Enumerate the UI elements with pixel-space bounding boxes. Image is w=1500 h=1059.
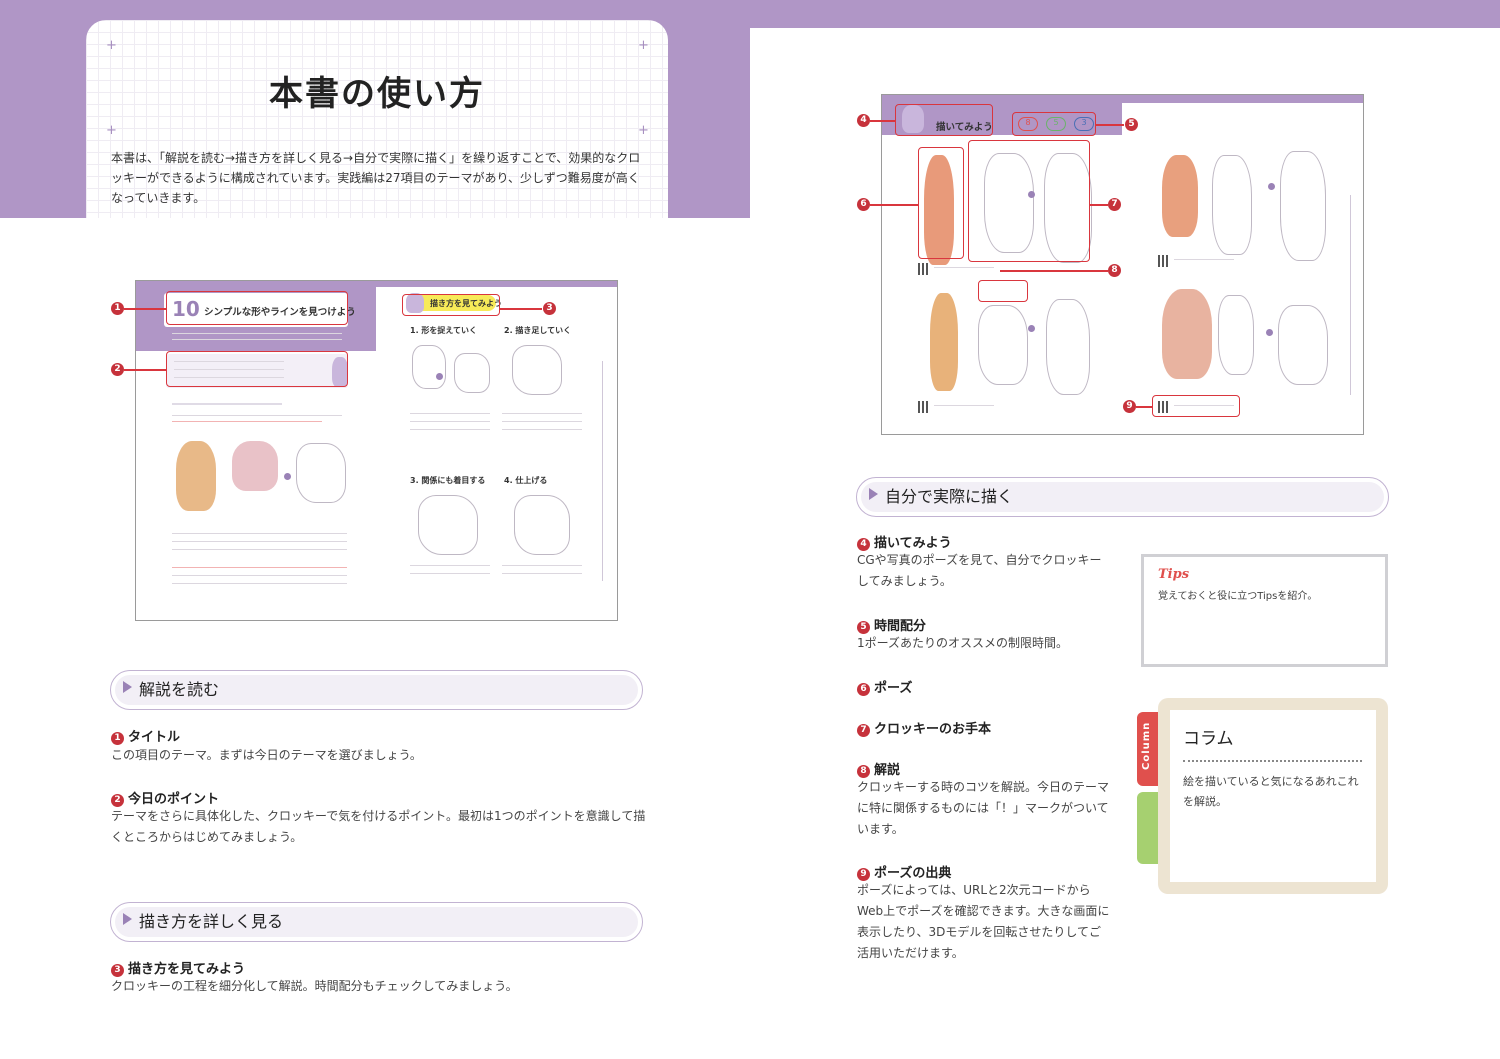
section-practice: 自分で実際に描く xyxy=(856,477,1389,517)
qr-code-icon xyxy=(918,263,930,275)
marker-9: 9 xyxy=(1123,400,1136,413)
marker-8: 8 xyxy=(1108,264,1121,277)
qr-code-icon xyxy=(1158,255,1170,267)
section-read: 解説を読む xyxy=(110,670,643,710)
item-source: 9 ポーズの出典 xyxy=(857,862,951,881)
marker-4: 4 xyxy=(857,114,870,127)
pose-figure xyxy=(930,293,958,391)
item-explain: 8 解説 xyxy=(857,759,900,778)
dotted-divider xyxy=(1183,760,1362,762)
marker-5: 5 xyxy=(1125,118,1138,131)
plus-icon: + xyxy=(106,38,117,53)
item-pose: 6 ポーズ xyxy=(857,677,912,696)
marker-6: 6 xyxy=(857,198,870,211)
section-detail: 描き方を詳しく見る xyxy=(110,902,643,942)
intro-text: 本書は、「解説を読む→描き方を詳しく見る→自分で実際に描く」を繰り返すことで、効… xyxy=(111,151,641,205)
pose-figure xyxy=(1162,155,1198,237)
item-point: 2 今日のポイント xyxy=(111,788,219,807)
sketch-figure xyxy=(296,443,346,503)
tips-logo: Tips xyxy=(1158,567,1190,582)
plus-icon: + xyxy=(638,123,649,138)
triangle-icon xyxy=(869,488,878,500)
item-time: 5 時間配分 xyxy=(857,615,926,634)
item-draw: 4 描いてみよう xyxy=(857,532,952,551)
header-band-right xyxy=(750,0,1500,28)
item-howto: 3 描き方を見てみよう xyxy=(111,958,245,977)
sample-spread-left: 10 シンプルな形やラインを見つけよう 描き方を見てみよう 1. 形を捉えていく… xyxy=(135,280,618,621)
plus-icon: + xyxy=(106,123,117,138)
marker-1: 1 xyxy=(111,302,124,315)
column-tab-label: Column xyxy=(1141,721,1152,770)
triangle-icon xyxy=(123,681,132,693)
item-model: 7 クロッキーのお手本 xyxy=(857,718,991,737)
tips-box: Tips 覚えておくと役に立つTipsを紹介。 xyxy=(1141,554,1388,667)
column-title: コラム xyxy=(1183,729,1234,749)
marker-3: 3 xyxy=(543,302,556,315)
item-title: 1 タイトル xyxy=(111,726,180,745)
sample-spread-right: 描いてみよう 8 5 3 xyxy=(881,94,1364,435)
pose-figure xyxy=(176,441,216,511)
plus-icon: + xyxy=(638,38,649,53)
pose-figure xyxy=(232,441,278,491)
page-title: 本書の使い方 xyxy=(269,74,485,114)
triangle-icon xyxy=(123,913,132,925)
qr-code-icon xyxy=(918,401,930,413)
marker-2: 2 xyxy=(111,363,124,376)
pose-figure xyxy=(1162,289,1212,379)
marker-7: 7 xyxy=(1108,198,1121,211)
column-box: コラム 絵を描いていると気になるあれこれを解説。 xyxy=(1158,698,1388,894)
